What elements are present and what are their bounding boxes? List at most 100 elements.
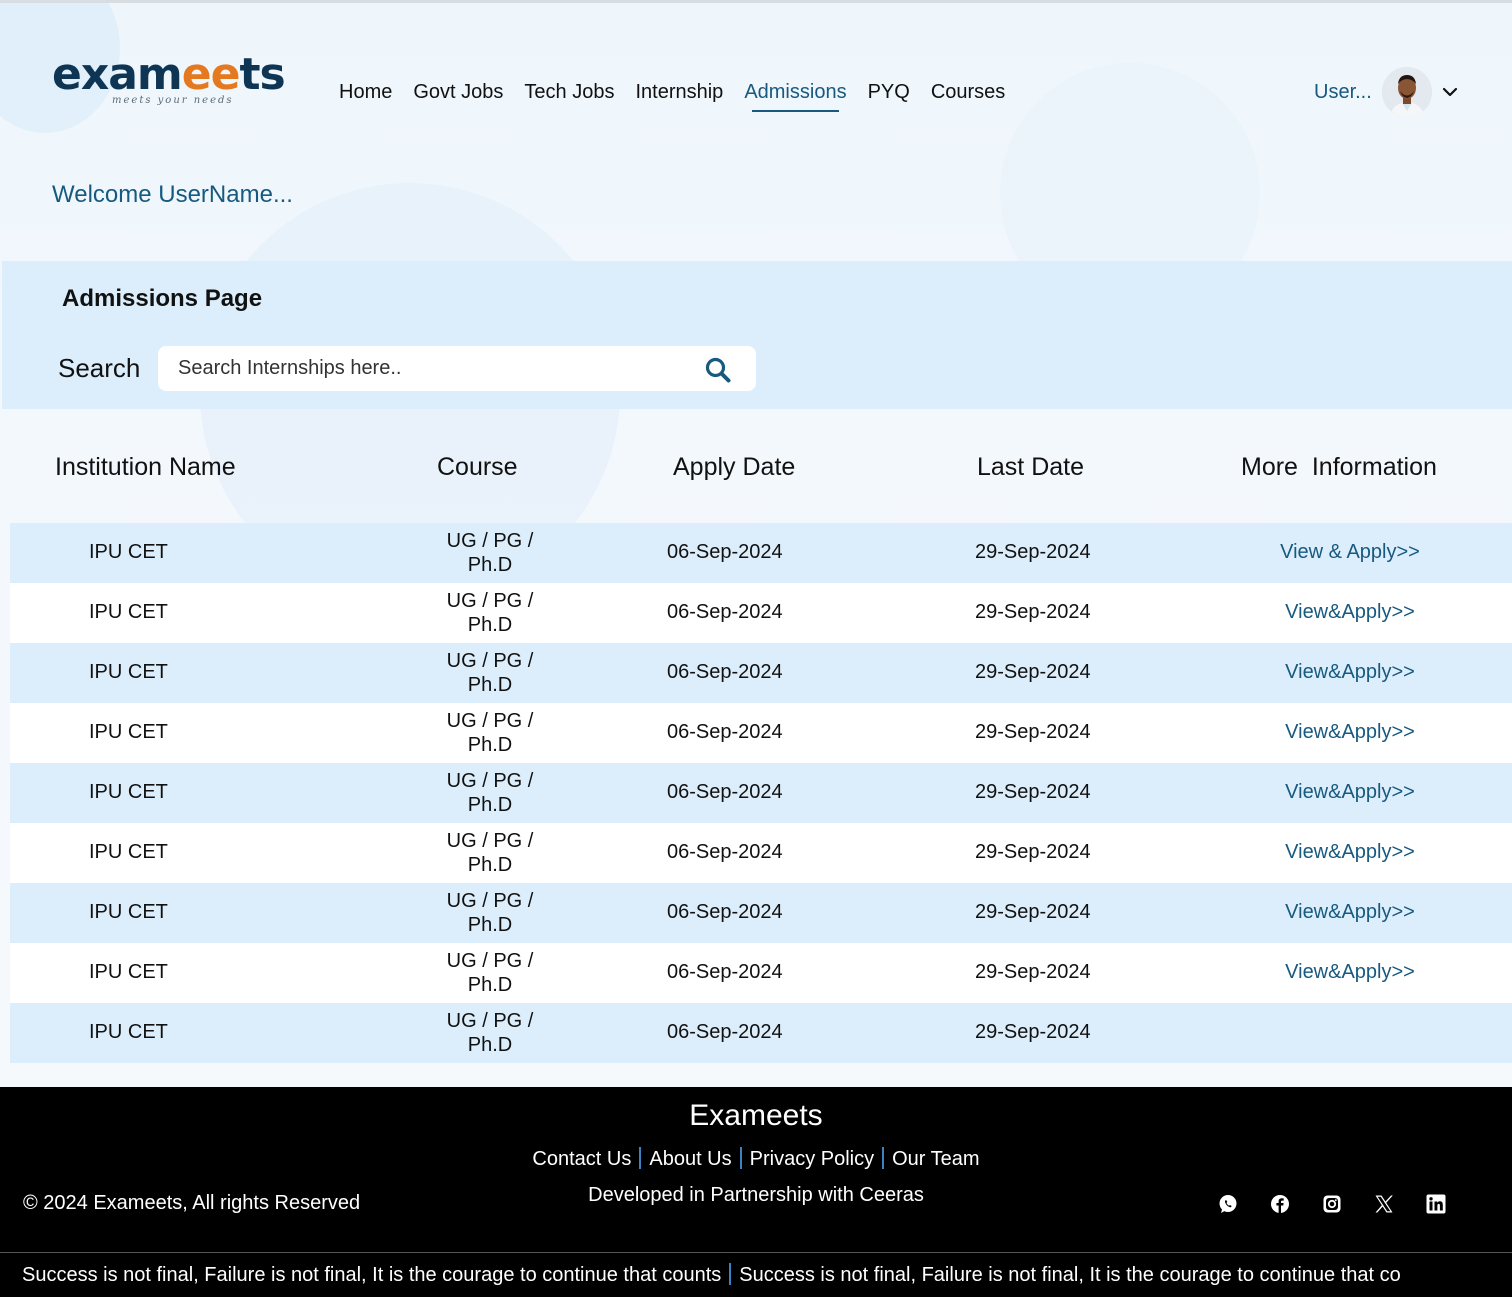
search-label: Search <box>58 353 141 383</box>
last-date-cell: 29-Sep-2024 <box>975 901 1091 923</box>
institution-cell: IPU CET <box>89 721 168 743</box>
divider <box>882 1147 885 1169</box>
course-cell: UG / PG / Ph.D <box>446 1010 534 1056</box>
linkedin-icon[interactable] <box>1424 1192 1448 1216</box>
last-date-cell: 29-Sep-2024 <box>975 721 1091 743</box>
footer-title: Exameets <box>689 1099 823 1132</box>
course-cell: UG / PG / Ph.D <box>446 950 534 996</box>
divider <box>639 1147 642 1169</box>
institution-cell: IPU CET <box>89 661 168 683</box>
nav-tech-jobs[interactable]: Tech Jobs <box>524 79 614 105</box>
chevron-down-icon[interactable] <box>1440 82 1460 102</box>
table-row: IPU CET UG / PG / Ph.D 06-Sep-2024 29-Sep… <box>10 1003 1512 1063</box>
header-more-info: More Information <box>1241 453 1437 481</box>
page-background: exameets meets your needs Home Govt Jobs… <box>0 0 1512 1087</box>
view-apply-link[interactable]: View&Apply>> <box>1250 841 1450 864</box>
last-date-cell: 29-Sep-2024 <box>975 1021 1091 1043</box>
institution-cell: IPU CET <box>89 841 168 863</box>
search-icon[interactable] <box>704 356 732 384</box>
nav-pyq[interactable]: PYQ <box>868 79 910 105</box>
social-links <box>1216 1192 1476 1216</box>
course-cell: UG / PG / Ph.D <box>446 890 534 936</box>
view-apply-link[interactable]: View&Apply>> <box>1250 661 1450 684</box>
course-cell: UG / PG / Ph.D <box>446 590 534 636</box>
apply-date-cell: 06-Sep-2024 <box>667 841 783 863</box>
table-row: IPU CET UG / PG / Ph.D 06-Sep-2024 29-Sep… <box>10 763 1512 823</box>
user-menu[interactable]: User... <box>1314 67 1460 117</box>
table-row: IPU CET UG / PG / Ph.D 06-Sep-2024 29-Sep… <box>10 883 1512 943</box>
page-title: Admissions Page <box>62 285 263 312</box>
avatar[interactable] <box>1381 67 1432 117</box>
view-apply-link[interactable]: View&Apply>> <box>1250 781 1450 804</box>
apply-date-cell: 06-Sep-2024 <box>667 661 783 683</box>
institution-cell: IPU CET <box>89 901 168 923</box>
ticker-text: Success is not final, Failure is not fin… <box>739 1264 1401 1286</box>
nav-internship[interactable]: Internship <box>635 79 723 105</box>
institution-cell: IPU CET <box>89 601 168 623</box>
nav-govt-jobs[interactable]: Govt Jobs <box>413 79 503 105</box>
view-apply-link[interactable]: View&Apply>> <box>1250 961 1450 984</box>
header-last-date: Last Date <box>977 453 1085 481</box>
last-date-cell: 29-Sep-2024 <box>975 661 1091 683</box>
apply-date-cell: 06-Sep-2024 <box>667 961 783 983</box>
logo[interactable]: exameets meets your needs <box>52 49 286 113</box>
divider <box>729 1263 732 1285</box>
last-date-cell: 29-Sep-2024 <box>975 601 1091 623</box>
last-date-cell: 29-Sep-2024 <box>975 841 1091 863</box>
facebook-icon[interactable] <box>1268 1192 1292 1216</box>
nav-home[interactable]: Home <box>339 79 392 105</box>
table-row: IPU CET UG / PG / Ph.D 06-Sep-2024 29-Sep… <box>10 583 1512 643</box>
user-name[interactable]: User... <box>1314 81 1372 104</box>
apply-date-cell: 06-Sep-2024 <box>667 541 783 563</box>
institution-cell: IPU CET <box>89 1021 168 1043</box>
footer: Exameets Contact Us About Us Privacy Polic… <box>0 1087 1512 1297</box>
search-input[interactable] <box>178 346 678 391</box>
whatsapp-icon[interactable] <box>1216 1192 1240 1216</box>
apply-date-cell: 06-Sep-2024 <box>667 901 783 923</box>
admissions-table: IPU CET UG / PG / Ph.D 06-Sep-2024 29-Sep… <box>10 523 1512 1063</box>
footer-link-privacy[interactable]: Privacy Policy <box>750 1148 874 1170</box>
view-apply-link[interactable]: View&Apply>> <box>1250 601 1450 624</box>
footer-link-team[interactable]: Our Team <box>892 1148 979 1170</box>
apply-date-cell: 06-Sep-2024 <box>667 721 783 743</box>
apply-date-cell: 06-Sep-2024 <box>667 601 783 623</box>
view-apply-link[interactable]: View & Apply>> <box>1250 541 1450 564</box>
x-icon[interactable] <box>1372 1192 1396 1216</box>
search-band: Admissions Page Search <box>2 261 1512 409</box>
ticker-text: Success is not final, Failure is not fin… <box>22 1264 722 1286</box>
course-cell: UG / PG / Ph.D <box>446 830 534 876</box>
apply-date-cell: 06-Sep-2024 <box>667 1021 783 1043</box>
main-nav: Home Govt Jobs Tech Jobs Internship Admi… <box>339 79 1026 112</box>
logo-wordmark: exameets <box>52 49 286 100</box>
last-date-cell: 29-Sep-2024 <box>975 781 1091 803</box>
nav-admissions[interactable]: Admissions <box>744 79 847 112</box>
course-cell: UG / PG / Ph.D <box>446 770 534 816</box>
quote-ticker: Success is not final, Failure is not fin… <box>22 1263 1497 1287</box>
last-date-cell: 29-Sep-2024 <box>975 961 1091 983</box>
table-row: IPU CET UG / PG / Ph.D 06-Sep-2024 29-Sep… <box>10 643 1512 703</box>
course-cell: UG / PG / Ph.D <box>446 650 534 696</box>
table-row: IPU CET UG / PG / Ph.D 06-Sep-2024 29-Sep… <box>10 823 1512 883</box>
divider <box>739 1147 742 1169</box>
footer-link-contact[interactable]: Contact Us <box>532 1148 631 1170</box>
header-institution: Institution Name <box>55 453 236 481</box>
view-apply-link[interactable]: View&Apply>> <box>1250 721 1450 744</box>
view-apply-link[interactable]: View&Apply>> <box>1250 901 1450 924</box>
institution-cell: IPU CET <box>89 961 168 983</box>
instagram-icon[interactable] <box>1320 1192 1344 1216</box>
last-date-cell: 29-Sep-2024 <box>975 541 1091 563</box>
search-box <box>158 346 756 391</box>
nav-courses[interactable]: Courses <box>931 79 1005 105</box>
footer-link-about[interactable]: About Us <box>649 1148 731 1170</box>
table-row: IPU CET UG / PG / Ph.D 06-Sep-2024 29-Sep… <box>10 523 1512 583</box>
welcome-message: Welcome UserName... <box>52 181 293 208</box>
course-cell: UG / PG / Ph.D <box>446 530 534 576</box>
course-cell: UG / PG / Ph.D <box>446 710 534 756</box>
footer-links: Contact Us About Us Privacy Policy Our Team <box>0 1147 1512 1171</box>
header-apply-date: Apply Date <box>673 453 796 481</box>
table-row: IPU CET UG / PG / Ph.D 06-Sep-2024 29-Sep… <box>10 703 1512 763</box>
footer-divider <box>0 1252 1512 1253</box>
footer-copyright: © 2024 Exameets, All rights Reserved <box>23 1192 361 1214</box>
institution-cell: IPU CET <box>89 541 168 563</box>
institution-cell: IPU CET <box>89 781 168 803</box>
